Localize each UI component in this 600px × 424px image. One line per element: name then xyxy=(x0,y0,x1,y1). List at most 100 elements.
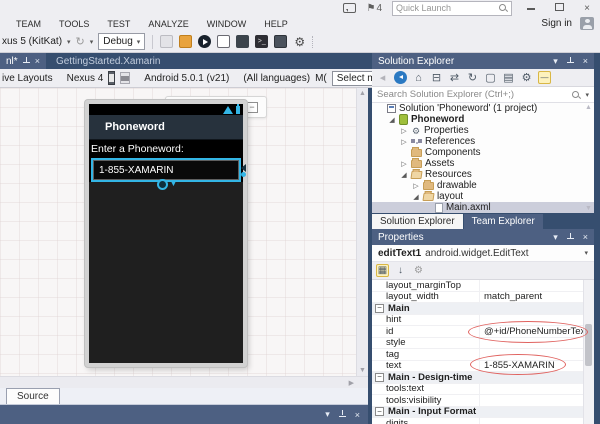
preview-selected-icon[interactable] xyxy=(538,71,551,84)
refresh-dropdown-arrow-icon[interactable]: ▾ xyxy=(90,38,94,46)
xml-preview-icon[interactable] xyxy=(179,35,192,48)
window-position-icon[interactable]: ▾ xyxy=(553,56,558,67)
expand-icon[interactable]: ▷ xyxy=(400,160,408,168)
settings-gear-icon[interactable] xyxy=(293,35,306,48)
back-icon[interactable] xyxy=(376,71,389,84)
collapse-category-icon[interactable] xyxy=(375,373,384,382)
minimize-button[interactable] xyxy=(522,3,540,14)
property-value[interactable]: 1-855-XAMARIN xyxy=(480,361,594,372)
property-value[interactable] xyxy=(480,315,594,326)
device-selector[interactable]: Nexus 4 xyxy=(67,73,104,84)
prompt-label[interactable]: Enter a Phoneword: xyxy=(89,140,243,157)
pending-changes-icon[interactable] xyxy=(448,71,461,84)
selection-handle-right-arrow[interactable] xyxy=(237,164,246,172)
home-icon[interactable] xyxy=(412,71,425,84)
categorized-icon[interactable] xyxy=(376,264,389,277)
feedback-icon[interactable] xyxy=(343,3,356,13)
properties-scrollbar[interactable] xyxy=(583,280,594,424)
property-row-id[interactable]: id@+id/PhoneNumberText xyxy=(372,326,594,338)
phone-number-edittext[interactable]: 1-855-XAMARIN ▼ xyxy=(91,158,241,182)
tree-scrollbar[interactable]: ▲▼ xyxy=(583,103,594,213)
tab-gettingstarted[interactable]: GettingStarted.Xamarin xyxy=(46,53,171,69)
object-dropdown-arrow-icon[interactable]: ▾ xyxy=(584,249,588,257)
language-selector[interactable]: (All languages) xyxy=(243,73,310,84)
user-avatar-icon[interactable] xyxy=(580,17,594,30)
source-tab[interactable]: Source xyxy=(6,388,60,404)
property-row-style[interactable]: style xyxy=(372,338,594,350)
android-device-icon[interactable] xyxy=(236,35,249,48)
property-row-digits[interactable]: digits xyxy=(372,418,594,424)
property-category-main[interactable]: Main xyxy=(372,303,594,315)
properties-window-icon[interactable] xyxy=(502,71,515,84)
close-panel-icon[interactable]: × xyxy=(355,410,360,420)
solution-explorer-search-input[interactable]: Search Solution Explorer (Ctrl+;) ▾ xyxy=(372,87,594,103)
property-value[interactable] xyxy=(480,418,594,424)
collapse-icon[interactable]: ◢ xyxy=(400,171,408,179)
collapse-category-icon[interactable] xyxy=(375,304,384,313)
selected-object-row[interactable]: editText1 android.widget.EditText ▾ xyxy=(372,245,594,262)
console-icon[interactable] xyxy=(255,35,268,48)
menu-item-team[interactable]: TEAM xyxy=(16,19,41,29)
configuration-combo[interactable]: Debug ▾ xyxy=(98,33,145,50)
property-row-tools-visibility[interactable]: tools:visibility xyxy=(372,395,594,407)
sign-in-link[interactable]: Sign in xyxy=(541,18,572,29)
auto-hide-pin-icon[interactable] xyxy=(566,57,575,66)
alphabetical-icon[interactable] xyxy=(394,264,407,277)
property-row-tools-text[interactable]: tools:text xyxy=(372,384,594,396)
zoom-out-icon[interactable] xyxy=(247,102,258,113)
property-value[interactable] xyxy=(480,280,594,291)
refresh-icon[interactable] xyxy=(466,71,479,84)
tree-item-components[interactable]: Components xyxy=(372,147,594,158)
property-value[interactable] xyxy=(480,338,594,349)
property-row-layout-margintop[interactable]: layout_marginTop xyxy=(372,280,594,292)
menu-item-test[interactable]: TEST xyxy=(107,19,130,29)
close-button[interactable]: × xyxy=(578,3,596,14)
tree-item-resources[interactable]: ◢Resources xyxy=(372,169,594,180)
property-row-text[interactable]: text1-855-XAMARIN xyxy=(372,361,594,373)
menu-item-window[interactable]: WINDOW xyxy=(207,19,247,29)
property-row-tag[interactable]: tag xyxy=(372,349,594,361)
design-surface[interactable]: Phoneword Enter a Phoneword: 1-855-XAMAR… xyxy=(0,88,356,376)
property-value[interactable]: match_parent xyxy=(480,292,594,303)
sync-active-document-icon[interactable] xyxy=(394,71,407,84)
property-value[interactable] xyxy=(480,349,594,360)
property-category-main-input-format[interactable]: Main - Input Format xyxy=(372,407,594,419)
expand-icon[interactable]: ▷ xyxy=(412,182,420,190)
property-category-main-design-time[interactable]: Main - Design-time xyxy=(372,372,594,384)
tab-solution-explorer[interactable]: Solution Explorer xyxy=(372,214,463,229)
selection-handle-right[interactable] xyxy=(241,172,246,177)
auto-hide-pin-icon[interactable] xyxy=(566,233,575,242)
expand-icon[interactable]: ▷ xyxy=(400,127,408,135)
wrench-icon[interactable] xyxy=(520,71,533,84)
portrait-orientation-button[interactable] xyxy=(108,71,115,85)
quick-launch-input[interactable]: Quick Launch xyxy=(392,1,512,16)
close-panel-icon[interactable]: × xyxy=(583,56,588,66)
run-icon[interactable] xyxy=(198,35,211,48)
tree-item-drawable[interactable]: ▷drawable xyxy=(372,180,594,191)
new-file-icon[interactable] xyxy=(217,35,230,48)
window-position-icon[interactable]: ▾ xyxy=(325,409,330,420)
android-version-selector[interactable]: Android 5.0.1 (v21) xyxy=(144,73,229,84)
tree-item-assets[interactable]: ▷Assets xyxy=(372,158,594,169)
collapse-icon[interactable]: ◢ xyxy=(412,193,420,201)
device-dropdown-arrow-icon[interactable]: ▾ xyxy=(67,38,71,46)
close-tab-icon[interactable]: × xyxy=(35,56,40,66)
tree-item-solution-phoneword-1-project-[interactable]: Solution 'Phoneword' (1 project) xyxy=(372,103,594,114)
selection-arrow-icon[interactable]: ▼ xyxy=(170,181,177,188)
device-monitor-icon[interactable] xyxy=(274,35,287,48)
property-row-layout-width[interactable]: layout_widthmatch_parent xyxy=(372,292,594,304)
tab-team-explorer[interactable]: Team Explorer xyxy=(464,214,543,229)
menu-item-analyze[interactable]: ANALYZE xyxy=(148,19,188,29)
tab-main-axml[interactable]: nl* × xyxy=(0,53,46,69)
tree-item-phoneword[interactable]: ◢Phoneword xyxy=(372,114,594,125)
selection-handle-bottom[interactable] xyxy=(157,179,168,190)
search-options-arrow-icon[interactable]: ▾ xyxy=(585,91,589,99)
property-value[interactable] xyxy=(480,395,594,406)
tree-item-main-axml[interactable]: Main.axml xyxy=(372,202,594,213)
expand-icon[interactable]: ▷ xyxy=(400,138,408,146)
alternative-layouts-button[interactable]: ive Layouts xyxy=(2,73,53,84)
property-value[interactable]: @+id/PhoneNumberText xyxy=(480,326,594,337)
menu-item-help[interactable]: HELP xyxy=(264,19,288,29)
attach-icon[interactable] xyxy=(160,35,173,48)
select-menu-combo[interactable]: Select menu xyxy=(332,71,372,86)
